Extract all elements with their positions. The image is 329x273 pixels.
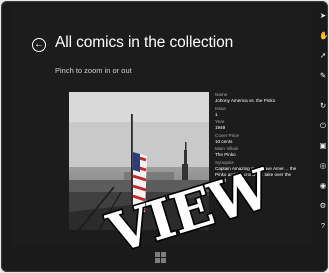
power-icon[interactable]: ⏻ (319, 122, 327, 130)
help-icon[interactable]: ? (319, 222, 327, 230)
statue-of-liberty-photo (69, 92, 209, 230)
back-arrow-icon: ← (34, 39, 44, 50)
arrow-icon[interactable]: ↗ (319, 52, 327, 60)
camera-icon[interactable]: ◉ (319, 182, 327, 190)
detail-value-name: Johnny America vs. the Pinko (215, 98, 276, 103)
american-flag (132, 152, 147, 212)
windows-start-button[interactable] (155, 252, 167, 264)
detail-value-synopsis: Captain Amazing must save Amer… the Pink… (215, 165, 297, 183)
comic-cover-image[interactable] (69, 92, 209, 230)
detail-value-main-villain: The Pinko (215, 152, 236, 157)
comic-details-panel: Name Johnny America vs. the Pinko Issue … (215, 92, 299, 185)
side-toolbar: ➤ ✋ ↗ ✎ ↻ ⏻ ▣ ◎ ◉ ⚙ ? (316, 8, 329, 246)
back-button[interactable]: ← (32, 38, 46, 52)
app-screen: ← All comics in the collection Pinch to … (11, 8, 312, 246)
detail-value-cover-price: 10 cents (215, 138, 233, 144)
pointer-icon[interactable]: ➤ (319, 12, 327, 20)
refresh-icon[interactable]: ↻ (319, 102, 327, 110)
globe-icon[interactable]: ◎ (319, 162, 327, 170)
page-title: All comics in the collection (55, 34, 234, 51)
detail-value-year: 1949 (215, 125, 226, 130)
page-subtitle: Pinch to zoom in or out (55, 66, 132, 75)
detail-value-issue: 1 (215, 111, 218, 117)
hand-icon[interactable]: ✋ (319, 32, 328, 40)
monitor-icon[interactable]: ▣ (319, 142, 327, 150)
paint-icon[interactable]: ✎ (319, 72, 327, 80)
gear-icon[interactable]: ⚙ (319, 202, 327, 210)
